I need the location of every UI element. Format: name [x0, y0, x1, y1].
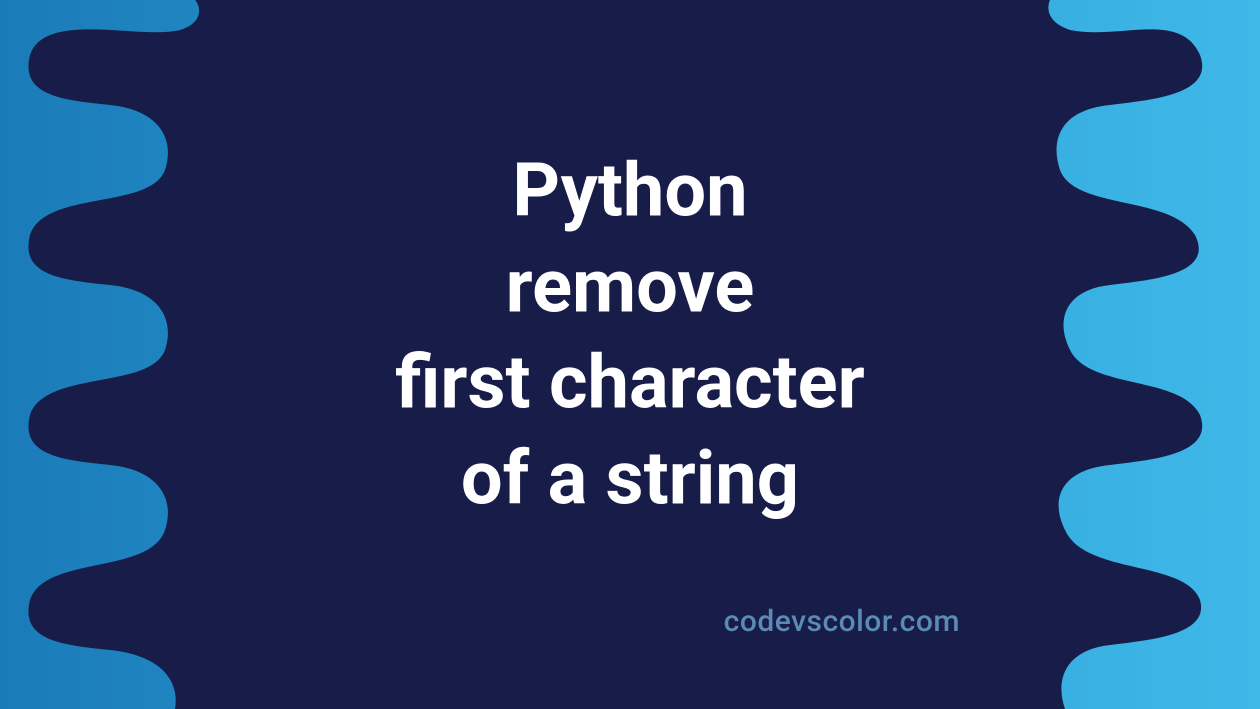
title-line-2: remove — [395, 239, 864, 335]
banner-title: Python remove first character of a strin… — [395, 143, 864, 528]
credit-text: codevscolor.com — [724, 604, 960, 639]
title-line-3: first character — [395, 335, 864, 431]
banner-container: Python remove first character of a strin… — [0, 0, 1260, 709]
title-line-4: of a string — [395, 431, 864, 527]
title-line-1: Python — [395, 143, 864, 239]
